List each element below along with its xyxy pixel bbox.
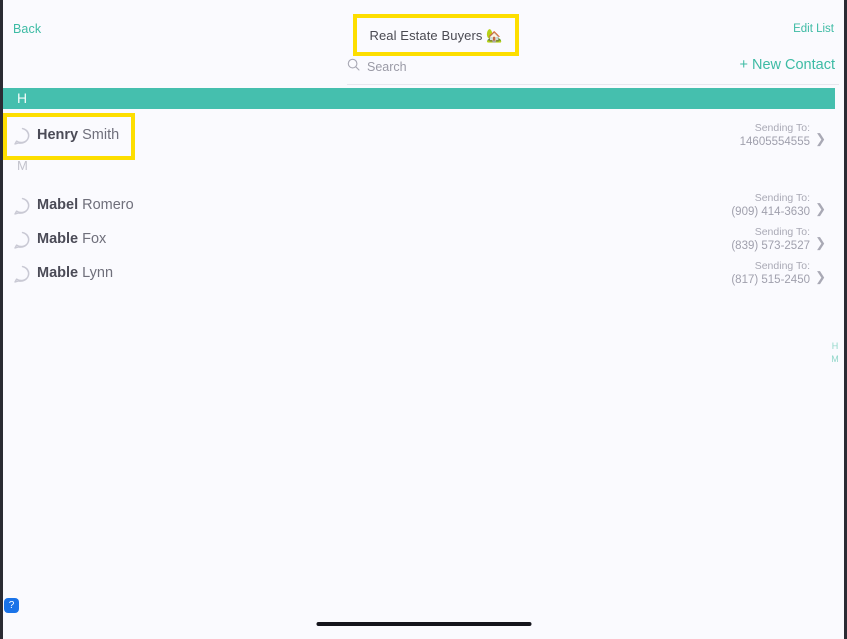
back-button[interactable]: Back bbox=[13, 22, 41, 36]
page-title-highlight: Real Estate Buyers 🏡 bbox=[353, 14, 519, 56]
alphabet-index-item-m[interactable]: M bbox=[828, 353, 842, 366]
contact-name: Mable Fox bbox=[37, 231, 106, 247]
home-indicator bbox=[316, 622, 531, 626]
contact-name: Henry Smith bbox=[37, 127, 119, 143]
search-input[interactable]: Search bbox=[347, 58, 407, 76]
section-header-h: H bbox=[3, 88, 835, 109]
sending-to-block: Sending To: (839) 573-2527 bbox=[731, 226, 810, 254]
sending-to-phone: (909) 414-3630 bbox=[731, 206, 810, 219]
chat-bubble-icon bbox=[13, 127, 32, 151]
chat-bubble-icon bbox=[13, 231, 32, 255]
section-header-m: M bbox=[3, 158, 835, 178]
sending-to-label: Sending To: bbox=[754, 192, 810, 204]
new-contact-button[interactable]: + New Contact bbox=[739, 57, 835, 73]
alphabet-index[interactable]: H M bbox=[828, 340, 842, 366]
sending-to-block: Sending To: (817) 515-2450 bbox=[731, 260, 810, 288]
contact-name: Mabel Romero bbox=[37, 197, 134, 213]
chevron-right-icon[interactable]: ❯ bbox=[815, 269, 826, 285]
sending-to-label: Sending To: bbox=[754, 226, 810, 238]
contact-last-name: Lynn bbox=[82, 265, 114, 281]
edit-list-button[interactable]: Edit List bbox=[793, 23, 834, 35]
chevron-right-icon[interactable]: ❯ bbox=[815, 235, 826, 251]
contact-last-name: Smith bbox=[82, 127, 120, 143]
alphabet-index-item-h[interactable]: H bbox=[828, 340, 842, 353]
contact-row-mable-fox[interactable]: Mable Fox Sending To: (839) 573-2527 ❯ bbox=[3, 224, 835, 258]
section-letter: M bbox=[17, 158, 28, 173]
header-bar: Back Edit List Real Estate Buyers 🏡 + Ne… bbox=[3, 0, 844, 88]
sending-to-phone: (817) 515-2450 bbox=[731, 274, 810, 287]
sending-to-block: Sending To: (909) 414-3630 bbox=[731, 192, 810, 220]
sending-to-phone: 14605554555 bbox=[739, 136, 810, 149]
page-title: Real Estate Buyers 🏡 bbox=[369, 28, 503, 43]
chevron-right-icon[interactable]: ❯ bbox=[815, 131, 826, 147]
search-divider bbox=[347, 84, 839, 85]
chat-bubble-icon bbox=[13, 197, 32, 221]
contact-name: Mable Lynn bbox=[37, 265, 113, 281]
contact-row-mable-lynn[interactable]: Mable Lynn Sending To: (817) 515-2450 ❯ bbox=[3, 258, 835, 292]
contact-first-name: Mable bbox=[37, 231, 79, 247]
contact-last-name: Romero bbox=[82, 197, 134, 213]
sending-to-label: Sending To: bbox=[754, 260, 810, 272]
app-screen: Back Edit List Real Estate Buyers 🏡 + Ne… bbox=[0, 0, 847, 639]
search-icon bbox=[347, 58, 360, 76]
contact-row-henry-smith[interactable]: Henry Smith Sending To: 14605554555 ❯ bbox=[3, 120, 835, 154]
search-placeholder-text: Search bbox=[367, 60, 407, 74]
chat-bubble-icon bbox=[13, 265, 32, 289]
section-letter: H bbox=[17, 90, 28, 106]
contact-first-name: Mable bbox=[37, 265, 79, 281]
help-button[interactable]: ? bbox=[4, 598, 19, 613]
contact-last-name: Fox bbox=[82, 231, 107, 247]
contact-row-mabel-romero[interactable]: Mabel Romero Sending To: (909) 414-3630 … bbox=[3, 190, 835, 224]
contact-first-name: Henry bbox=[37, 127, 79, 143]
chevron-right-icon[interactable]: ❯ bbox=[815, 201, 826, 217]
contact-first-name: Mabel bbox=[37, 197, 79, 213]
sending-to-block: Sending To: 14605554555 bbox=[740, 122, 810, 150]
sending-to-phone: (839) 573-2527 bbox=[731, 240, 810, 253]
sending-to-label: Sending To: bbox=[754, 122, 810, 134]
